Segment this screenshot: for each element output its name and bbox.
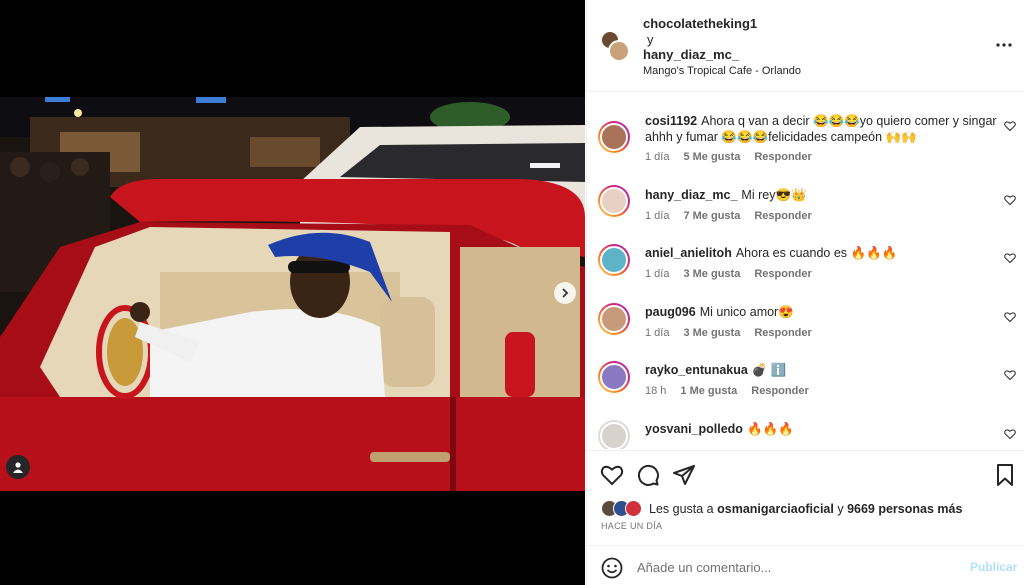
comment-item: rayko_entunakua 💣 ℹ️ 18 h 1 Me gusta Respon… [587,347,1024,405]
reply-button[interactable]: Responder [754,210,811,222]
post-photo [0,97,585,491]
heart-outline-icon[interactable] [1004,428,1016,440]
comment-text: Ahora es cuando es 🔥🔥🔥 [735,246,898,260]
comment-text: Ahora q van a decir 😂😂😂yo quiero comer y… [645,114,997,144]
comment-username[interactable]: cosi1192 [645,114,697,128]
avatar[interactable] [598,420,630,449]
likes-prefix: Les gusta a [649,502,714,516]
comment-likes[interactable]: 7 Me gusta [683,210,740,222]
comment-username[interactable]: rayko_entunakua [645,363,748,377]
post-location[interactable]: Mango's Tropical Cafe - Orlando [643,65,801,77]
author-joiner: y [647,32,654,47]
post-media [0,0,585,585]
comments-list[interactable]: cosi1192 Ahora q van a decir 😂😂😂yo quiero… [587,93,1024,449]
heart-outline-icon[interactable] [1004,252,1016,264]
comment-username[interactable]: paug096 [645,305,696,319]
comment-time: 1 día [645,327,670,339]
post-panel: chocolatetheking1 y hany_diaz_mc_ Mango'… [586,0,1024,585]
reply-button[interactable]: Responder [754,327,811,339]
comment-likes[interactable]: 1 Me gusta [680,385,737,397]
comment-likes[interactable]: 3 Me gusta [683,327,740,339]
avatar[interactable] [598,303,630,335]
post-actions [587,450,1024,495]
publish-button[interactable]: Publicar [970,560,1017,574]
comment-username[interactable]: yosvani_polledo [645,422,743,436]
post-date[interactable]: HACE UN DÍA [601,521,662,531]
likes-count[interactable]: 9669 personas más [847,502,962,516]
paper-plane-icon[interactable] [672,463,696,487]
comment-text: 🔥🔥🔥 [746,422,794,436]
comment-item: aniel_anielitoh Ahora es cuando es 🔥🔥🔥 1 … [587,230,1024,288]
comment-item: yosvani_polledo 🔥🔥🔥 [587,406,1024,449]
likes-joiner: y [837,502,844,516]
reply-button[interactable]: Responder [754,268,811,280]
bookmark-icon[interactable] [993,463,1017,487]
avatar [625,500,642,517]
more-options-button[interactable] [995,36,1013,54]
coauthor-username[interactable]: hany_diaz_mc_ [643,47,739,62]
comment-time: 1 día [645,268,670,280]
more-horizontal-icon [996,43,1012,47]
avatar[interactable] [598,121,630,153]
comment-item: hany_diaz_mc_ Mi rey😎👑 1 día 7 Me gusta Res… [587,171,1024,229]
comment-bubble-icon[interactable] [636,463,660,487]
author-avatars[interactable] [600,30,632,64]
heart-outline-icon[interactable] [1004,120,1016,132]
likes-summary: Les gusta a osmanigarciaoficial y 9669 p… [601,500,1021,518]
post-header: chocolatetheking1 y hany_diaz_mc_ Mango'… [587,0,1024,92]
heart-outline-icon[interactable] [1004,194,1016,206]
comment-time: 1 día [645,151,670,163]
avatar [608,40,630,62]
reply-button[interactable]: Responder [754,151,811,163]
user-tag-icon[interactable] [6,455,30,479]
comment-time: 1 día [645,210,670,222]
comment-likes[interactable]: 3 Me gusta [683,268,740,280]
next-image-button[interactable] [554,282,576,304]
liker-username[interactable]: osmanigarciaoficial [717,502,834,516]
comment-input[interactable] [637,554,957,580]
heart-outline-icon[interactable] [1004,369,1016,381]
reply-button[interactable]: Responder [751,385,808,397]
heart-outline-icon[interactable] [1004,311,1016,323]
chevron-right-icon [562,288,569,298]
avatar[interactable] [598,361,630,393]
comment-time: 18 h [645,385,667,397]
comment-text: 💣 ℹ️ [751,363,787,377]
comment-composer: Publicar [587,545,1024,585]
comment-likes[interactable]: 5 Me gusta [683,151,740,163]
smiley-icon[interactable] [601,557,623,579]
comment-username[interactable]: aniel_anielitoh [645,246,732,260]
comment-username[interactable]: hany_diaz_mc_ [645,188,737,202]
comment-text: Mi rey😎👑 [741,188,807,202]
avatar[interactable] [598,244,630,276]
heart-outline-icon[interactable] [600,463,624,487]
comment-text: Mi unico amor😍 [699,305,794,319]
comment-item: cosi1192 Ahora q van a decir 😂😂😂yo quiero… [587,107,1024,165]
avatar[interactable] [598,185,630,217]
comment-item: paug096 Mi unico amor😍 1 día 3 Me gusta Res… [587,289,1024,347]
author-username[interactable]: chocolatetheking1 [643,16,757,31]
